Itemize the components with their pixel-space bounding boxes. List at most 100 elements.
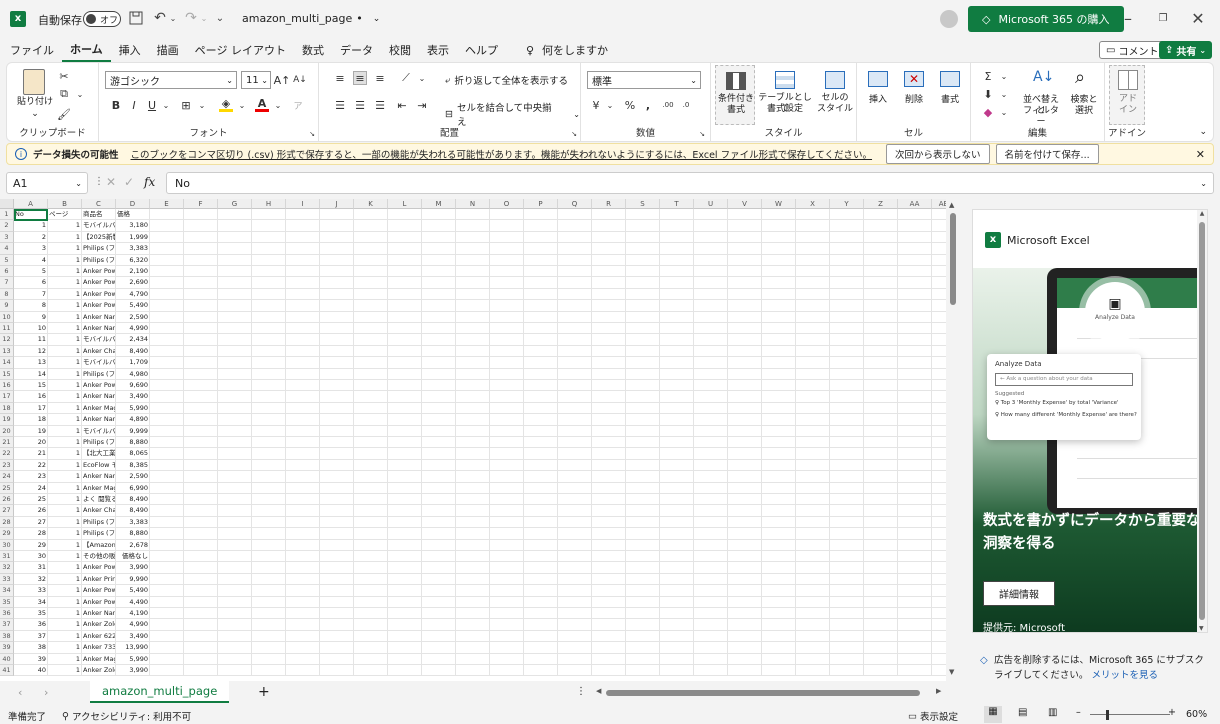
cell[interactable]: [456, 357, 490, 369]
cell[interactable]: [932, 220, 946, 232]
cell[interactable]: 1: [48, 562, 82, 574]
align-top-icon[interactable]: ≡: [333, 71, 347, 85]
row-header[interactable]: 14: [0, 357, 14, 369]
cell[interactable]: [184, 665, 218, 677]
cell[interactable]: [252, 608, 286, 620]
cell[interactable]: 18: [14, 414, 48, 426]
cell[interactable]: [150, 425, 184, 437]
format-as-table-button[interactable]: テーブルとして 書式設定: [757, 65, 813, 125]
cell[interactable]: [660, 562, 694, 574]
cell[interactable]: [932, 391, 946, 403]
cell[interactable]: [558, 551, 592, 563]
cell[interactable]: [354, 220, 388, 232]
cell[interactable]: [830, 482, 864, 494]
cell[interactable]: [184, 209, 218, 221]
fill-color-icon[interactable]: ◈: [219, 97, 233, 112]
column-header[interactable]: X: [796, 199, 830, 209]
cell[interactable]: 14: [14, 368, 48, 380]
cell[interactable]: [320, 220, 354, 232]
cell[interactable]: [490, 459, 524, 472]
cell[interactable]: [864, 266, 898, 278]
cell[interactable]: [660, 585, 694, 597]
cell[interactable]: [422, 254, 456, 266]
page-break-view-icon[interactable]: ▥: [1048, 707, 1057, 718]
cell[interactable]: [864, 562, 898, 574]
cell[interactable]: [150, 288, 184, 301]
cell[interactable]: [558, 494, 592, 506]
cell[interactable]: [422, 380, 456, 392]
cell[interactable]: [422, 288, 456, 301]
cell[interactable]: [728, 243, 762, 255]
cell[interactable]: [286, 220, 320, 232]
cell[interactable]: [660, 277, 694, 289]
cell[interactable]: 1: [48, 459, 82, 472]
cell[interactable]: [422, 391, 456, 403]
cell[interactable]: [320, 425, 354, 437]
cell[interactable]: [422, 277, 456, 289]
cell[interactable]: [694, 311, 728, 323]
row-header[interactable]: 23: [0, 459, 14, 472]
cell[interactable]: 39: [14, 653, 48, 665]
cell[interactable]: 12: [14, 345, 48, 358]
cell[interactable]: [932, 323, 946, 335]
cell[interactable]: [388, 437, 422, 449]
cell[interactable]: [898, 596, 932, 608]
tab-split-grip-icon[interactable]: ⋮: [576, 686, 586, 697]
row-header[interactable]: 41: [0, 665, 14, 677]
cell[interactable]: [150, 277, 184, 289]
cell[interactable]: [592, 448, 626, 460]
cell[interactable]: [320, 300, 354, 312]
cell[interactable]: [388, 300, 422, 312]
cell[interactable]: [184, 516, 218, 529]
column-header[interactable]: S: [626, 199, 660, 209]
cell[interactable]: [558, 357, 592, 369]
cell[interactable]: [320, 357, 354, 369]
cell[interactable]: [864, 402, 898, 415]
column-header[interactable]: D: [116, 199, 150, 209]
cell[interactable]: [830, 254, 864, 266]
cell[interactable]: [728, 516, 762, 529]
cell[interactable]: [558, 482, 592, 494]
name-box[interactable]: A1 ⌄: [6, 172, 88, 194]
cell[interactable]: [524, 653, 558, 665]
cell[interactable]: [830, 551, 864, 563]
cell[interactable]: 価格なし: [116, 551, 150, 563]
cell[interactable]: [286, 254, 320, 266]
learn-more-button[interactable]: 詳細情報: [983, 581, 1055, 606]
format-cells-button[interactable]: 書式: [933, 65, 967, 125]
cell[interactable]: [592, 425, 626, 437]
cell[interactable]: [422, 562, 456, 574]
cell[interactable]: 29: [14, 539, 48, 551]
cell[interactable]: [286, 357, 320, 369]
cell[interactable]: [524, 665, 558, 677]
cell[interactable]: [184, 391, 218, 403]
cell[interactable]: [694, 414, 728, 426]
cell[interactable]: [796, 494, 830, 506]
cell[interactable]: [932, 471, 946, 483]
cell[interactable]: [660, 254, 694, 266]
cell[interactable]: [830, 573, 864, 586]
column-header[interactable]: AB: [932, 199, 946, 209]
cell[interactable]: Philips (フ: [82, 368, 116, 380]
cell[interactable]: [218, 573, 252, 586]
cell[interactable]: [524, 288, 558, 301]
cell[interactable]: Philips (フ: [82, 437, 116, 449]
cell[interactable]: [728, 551, 762, 563]
column-header[interactable]: Z: [864, 199, 898, 209]
cell[interactable]: [932, 494, 946, 506]
cell[interactable]: [388, 585, 422, 597]
cell[interactable]: [354, 437, 388, 449]
cell[interactable]: [728, 220, 762, 232]
cell[interactable]: [456, 402, 490, 415]
cell[interactable]: [796, 608, 830, 620]
cell[interactable]: [864, 630, 898, 643]
insert-cells-button[interactable]: 挿入: [861, 65, 895, 125]
column-header[interactable]: E: [150, 199, 184, 209]
cell[interactable]: [558, 630, 592, 643]
cell[interactable]: [184, 494, 218, 506]
cell[interactable]: [932, 414, 946, 426]
cell[interactable]: [456, 220, 490, 232]
cell[interactable]: [218, 630, 252, 643]
cell[interactable]: [524, 562, 558, 574]
cell[interactable]: モバイルバ: [82, 357, 116, 369]
